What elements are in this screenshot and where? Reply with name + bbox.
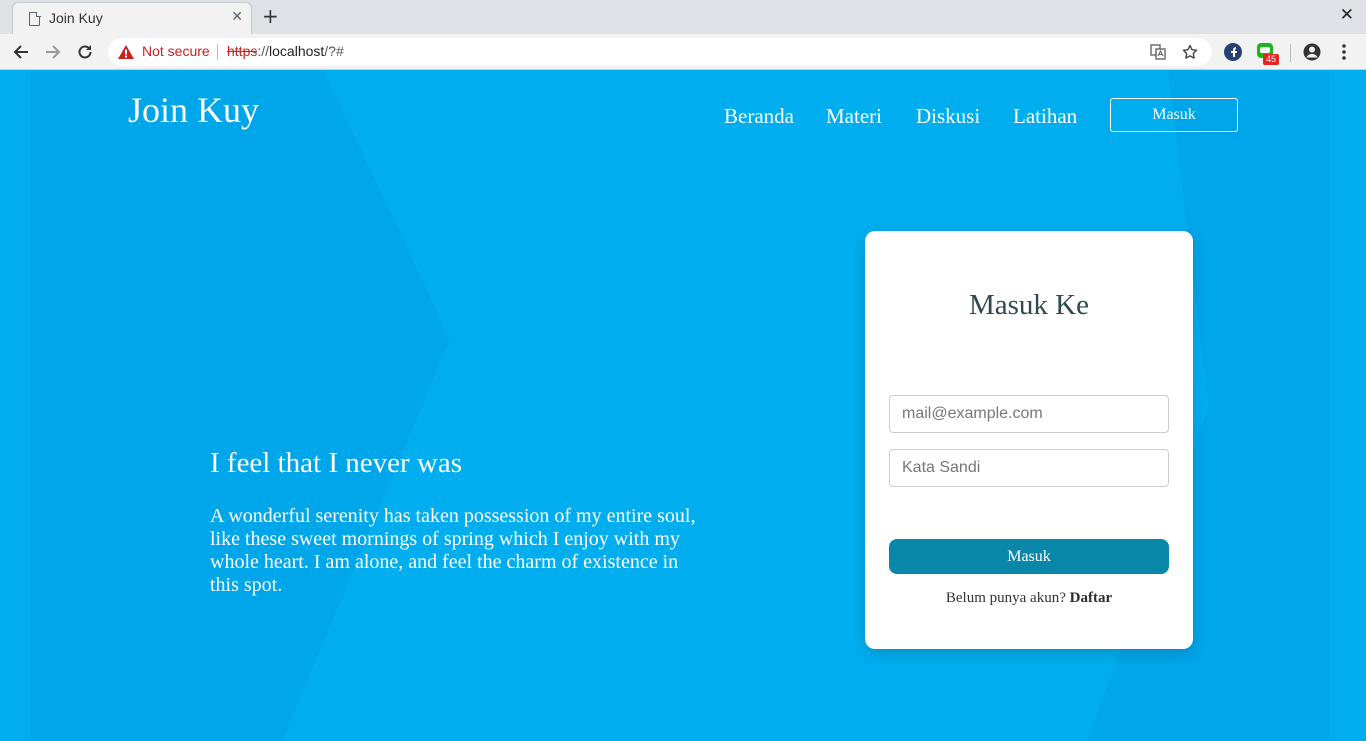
nav-link-diskusi[interactable]: Diskusi xyxy=(916,104,980,129)
hero-text: A wonderful serenity has taken possessio… xyxy=(210,505,696,596)
page-body: Join Kuy Beranda Materi Diskusi Latihan … xyxy=(0,71,1366,741)
back-icon[interactable] xyxy=(8,39,34,65)
background-shape xyxy=(30,71,450,741)
fedora-extension-icon[interactable] xyxy=(1223,42,1243,62)
warning-icon xyxy=(118,45,134,59)
signup-prompt-text: Belum punya akun? xyxy=(945,590,1066,606)
close-window-icon[interactable]: ✕ xyxy=(1340,5,1354,25)
translate-icon[interactable] xyxy=(1150,44,1166,60)
browser-tab[interactable]: Join Kuy ✕ xyxy=(12,2,252,34)
page-icon xyxy=(29,11,41,26)
nav-login-button[interactable]: Masuk xyxy=(1110,98,1238,132)
browser-tab-strip: Join Kuy ✕ + ✕ xyxy=(0,0,1366,34)
email-input[interactable] xyxy=(889,395,1169,433)
new-tab-icon[interactable]: + xyxy=(262,4,279,28)
menu-icon[interactable] xyxy=(1334,42,1354,62)
address-separator xyxy=(217,44,218,60)
not-secure-label[interactable]: Not secure xyxy=(142,43,210,59)
browser-toolbar: Not secure https://localhost/?# 45 xyxy=(0,34,1366,70)
nav-link-beranda[interactable]: Beranda xyxy=(724,104,794,129)
signup-prompt: Belum punya akun? Daftar xyxy=(865,590,1193,607)
hero-title: I feel that I never was xyxy=(210,447,463,479)
nav-link-materi[interactable]: Materi xyxy=(826,104,882,129)
toolbar-divider xyxy=(1290,44,1291,62)
extension-badge: 45 xyxy=(1263,54,1279,65)
close-tab-icon[interactable]: ✕ xyxy=(231,9,243,25)
url-text[interactable]: https://localhost/?# xyxy=(227,43,344,59)
login-card: Masuk Ke Masuk Belum punya akun? Daftar xyxy=(865,231,1193,649)
forward-icon[interactable] xyxy=(40,39,66,65)
url-scheme: https xyxy=(227,43,258,59)
url-path: /?# xyxy=(324,43,344,59)
tab-title: Join Kuy xyxy=(49,10,103,26)
nav-link-latihan[interactable]: Latihan xyxy=(1013,104,1077,129)
password-input[interactable] xyxy=(889,449,1169,487)
reload-icon[interactable] xyxy=(72,39,98,65)
address-bar[interactable]: Not secure https://localhost/?# xyxy=(108,38,1212,66)
signup-link[interactable]: Daftar xyxy=(1070,590,1112,606)
login-submit-button[interactable]: Masuk xyxy=(889,539,1169,574)
login-card-title: Masuk Ke xyxy=(968,289,1089,321)
bookmark-star-icon[interactable] xyxy=(1182,44,1198,60)
brand-logo[interactable]: Join Kuy xyxy=(128,89,259,131)
url-scheme-separator: :// xyxy=(257,43,270,59)
profile-icon[interactable] xyxy=(1302,42,1322,62)
url-host: localhost xyxy=(269,43,325,59)
